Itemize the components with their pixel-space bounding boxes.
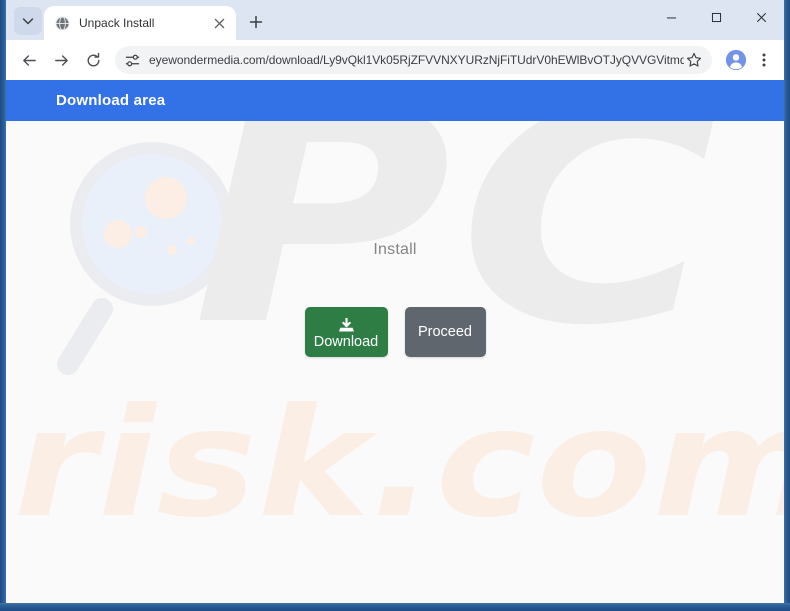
tab-title: Unpack Install bbox=[79, 17, 155, 29]
browser-chrome: Unpack Install eyewondermedia.com/downlo… bbox=[6, 0, 784, 603]
proceed-button[interactable]: Proceed bbox=[404, 307, 486, 357]
tab-search-button[interactable] bbox=[14, 7, 42, 35]
tab-unpack-install[interactable]: Unpack Install bbox=[44, 6, 236, 40]
back-button[interactable] bbox=[14, 45, 44, 75]
download-button-label: Download bbox=[313, 333, 379, 350]
window-frame-bottom bbox=[0, 603, 790, 611]
page-title: Download area bbox=[56, 92, 166, 109]
window-frame-right bbox=[783, 0, 790, 611]
browser-window: Unpack Install eyewondermedia.com/downlo… bbox=[0, 0, 790, 611]
profile-avatar-icon bbox=[725, 49, 747, 71]
window-controls bbox=[649, 0, 784, 34]
three-dot-menu-button[interactable] bbox=[752, 46, 776, 74]
install-block: Install Download Proceed bbox=[6, 121, 784, 357]
reload-icon bbox=[87, 52, 99, 66]
globe-icon bbox=[54, 15, 70, 31]
arrow-right-icon bbox=[54, 54, 68, 66]
close-window-button[interactable] bbox=[739, 0, 784, 34]
maximize-button[interactable] bbox=[694, 0, 739, 34]
plus-icon bbox=[249, 15, 263, 29]
install-label: Install bbox=[373, 241, 417, 258]
maximize-icon bbox=[711, 12, 722, 22]
new-tab-button[interactable] bbox=[242, 8, 270, 36]
star-icon[interactable] bbox=[684, 50, 704, 70]
minimize-button[interactable] bbox=[649, 0, 694, 34]
download-button[interactable]: Download bbox=[304, 307, 388, 357]
page-viewport: Download area PC risk.com Install Downlo… bbox=[6, 80, 784, 603]
reload-button[interactable] bbox=[78, 45, 108, 75]
browser-toolbar: eyewondermedia.com/download/Ly9vQkl1Vk05… bbox=[6, 40, 784, 80]
profile-avatar[interactable] bbox=[722, 46, 750, 74]
site-header-bar: Download area bbox=[6, 80, 784, 121]
url-text[interactable]: eyewondermedia.com/download/Ly9vQkl1Vk05… bbox=[149, 53, 684, 67]
close-icon bbox=[756, 12, 767, 22]
arrow-left-icon bbox=[22, 54, 36, 66]
minimize-icon bbox=[666, 16, 677, 18]
action-buttons-row: Download Proceed bbox=[6, 307, 784, 357]
page-content: PC risk.com Install Download Proceed bbox=[6, 121, 784, 603]
three-dot-menu-icon bbox=[762, 53, 766, 67]
forward-button[interactable] bbox=[46, 45, 76, 75]
tune-sliders-icon[interactable] bbox=[121, 49, 143, 71]
chevron-down-icon bbox=[22, 18, 34, 25]
proceed-button-label: Proceed bbox=[417, 324, 472, 340]
risk-watermark-text: risk.com bbox=[14, 377, 784, 551]
tab-strip: Unpack Install bbox=[6, 0, 784, 40]
close-icon[interactable] bbox=[210, 14, 228, 32]
address-bar[interactable]: eyewondermedia.com/download/Ly9vQkl1Vk05… bbox=[115, 46, 712, 74]
download-icon bbox=[338, 317, 355, 333]
